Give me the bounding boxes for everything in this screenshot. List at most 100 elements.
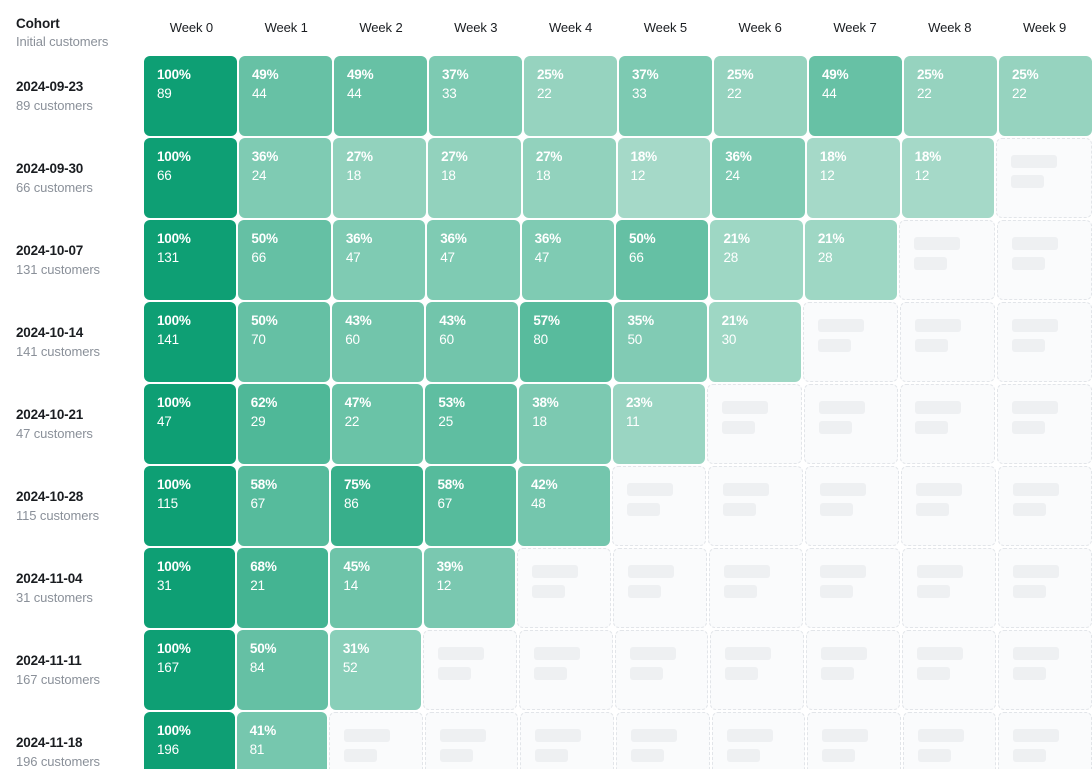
cell-retention-percent: 21% (721, 313, 749, 328)
heatmap-cell[interactable]: 18% 12 (806, 138, 900, 218)
week-column-header-5: Week 5 (643, 20, 687, 35)
heatmap-cell[interactable]: 36% 24 (238, 138, 332, 218)
week-column-header-2: Week 2 (359, 20, 403, 35)
heatmap-cell[interactable]: 53% 25 (425, 384, 518, 464)
heatmap-cell[interactable]: 58% 67 (424, 466, 516, 546)
heatmap-cell[interactable]: 39% 12 (423, 548, 515, 628)
heatmap-cell[interactable]: 25% 22 (714, 56, 807, 136)
heatmap-cell[interactable]: 50% 66 (616, 220, 709, 300)
heatmap-cell[interactable]: 100% 89 (144, 56, 237, 136)
heatmap-cell[interactable]: 42% 48 (518, 466, 610, 546)
heatmap-cell[interactable]: 68% 21 (237, 548, 329, 628)
heatmap-cell[interactable]: 100% 167 (144, 630, 235, 710)
heatmap-cell[interactable]: 100% 141 (144, 302, 237, 382)
heatmap-cell[interactable]: 43% 60 (332, 302, 425, 382)
heatmap-cell[interactable]: 58% 67 (237, 466, 329, 546)
skeleton-bar-primary (725, 647, 772, 660)
heatmap-cell[interactable]: 47% 22 (331, 384, 424, 464)
skeleton-bar-primary (819, 483, 866, 496)
cohort-initial-customers: 89 customers (16, 98, 93, 113)
week-column-header-8: Week 8 (928, 20, 972, 35)
cell-retention-percent: 50% (251, 313, 278, 328)
cell-retention-percent: 100% (157, 395, 191, 410)
cohort-row-label: 2024-11-04 31 customers (0, 548, 144, 628)
cell-retained-count: 24 (725, 167, 740, 183)
skeleton-bar-primary (1013, 647, 1060, 660)
heatmap-cell[interactable]: 37% 33 (619, 56, 712, 136)
cell-retention-percent: 31% (342, 641, 370, 656)
heatmap-cell[interactable]: 37% 33 (429, 56, 522, 136)
cell-retained-count: 81 (249, 741, 265, 757)
heatmap-cell[interactable]: 45% 14 (330, 548, 422, 628)
heatmap-cell[interactable]: 50% 70 (238, 302, 331, 382)
heatmap-cell[interactable]: 49% 44 (239, 56, 332, 136)
cohort-date: 2024-10-14 (16, 325, 84, 340)
skeleton-bar-primary (1011, 155, 1058, 168)
cohort-cell-group: 100% 167 50% 84 31% 52 (144, 630, 1092, 710)
heatmap-cell[interactable]: 50% 66 (238, 220, 331, 300)
cell-retention-percent: 25% (537, 67, 564, 82)
week-column-header-1: Week 1 (264, 20, 308, 35)
week-column-header-9: Week 9 (1022, 20, 1067, 35)
heatmap-cell[interactable]: 62% 29 (237, 384, 330, 464)
heatmap-cell[interactable]: 57% 80 (520, 302, 613, 382)
cohort-date: 2024-10-07 (16, 243, 84, 258)
heatmap-cell[interactable]: 100% 31 (144, 548, 236, 628)
heatmap-cell[interactable]: 100% 131 (144, 220, 237, 300)
cell-retained-count: 22 (1012, 85, 1027, 101)
cell-retained-count: 48 (531, 495, 546, 511)
heatmap-cell[interactable]: 27% 18 (522, 138, 616, 218)
heatmap-cell[interactable]: 21% 28 (804, 220, 898, 300)
heatmap-cell[interactable]: 25% 22 (999, 56, 1092, 136)
week-column-header-4: Week 4 (548, 20, 593, 35)
cell-retention-percent: 45% (343, 559, 370, 574)
cell-retained-count: 21 (250, 577, 265, 593)
heatmap-cell[interactable]: 36% 47 (427, 220, 520, 300)
cohort-initial-customers: 115 customers (16, 508, 99, 523)
skeleton-bar-secondary (817, 339, 851, 352)
heatmap-cell[interactable]: 36% 47 (521, 220, 615, 300)
cohort-cell-group: 100% 47 62% 29 47% 22 53% 25 38% 18 23% 11 (144, 384, 1092, 464)
heatmap-cell[interactable]: 18% 12 (617, 138, 711, 218)
heatmap-cell[interactable]: 43% 60 (426, 302, 519, 382)
heatmap-cell[interactable]: 25% 22 (904, 56, 997, 136)
heatmap-cell[interactable]: 38% 18 (519, 384, 611, 464)
cell-retained-count: 22 (344, 413, 360, 429)
heatmap-cell[interactable]: 75% 86 (331, 466, 423, 546)
skeleton-bar-secondary (1013, 667, 1047, 680)
table-row: 2024-09-23 89 customers 100% 89 49% 44 49% 44 37… (0, 56, 1092, 136)
skeleton-bar-secondary (725, 667, 759, 680)
heatmap-cell[interactable]: 100% 66 (144, 138, 237, 218)
heatmap-cell[interactable]: 100% 47 (144, 384, 236, 464)
heatmap-cell[interactable]: 25% 22 (524, 56, 617, 136)
heatmap-cell[interactable]: 35% 50 (614, 302, 707, 382)
cell-retention-percent: 39% (436, 559, 464, 574)
heatmap-cell[interactable]: 50% 84 (236, 630, 328, 710)
week-column-header-6: Week 6 (738, 20, 782, 35)
heatmap-cell[interactable]: 49% 44 (809, 56, 902, 136)
cell-retention-percent: 27% (441, 149, 468, 164)
heatmap-cell[interactable]: 27% 18 (428, 138, 521, 218)
heatmap-cell[interactable]: 21% 28 (710, 220, 803, 300)
heatmap-cell[interactable]: 27% 18 (333, 138, 427, 218)
heatmap-cell[interactable]: 18% 12 (901, 138, 995, 218)
cell-retention-percent: 100% (157, 67, 191, 82)
heatmap-cell[interactable]: 100% 115 (144, 466, 236, 546)
heatmap-cell[interactable]: 36% 47 (332, 220, 426, 300)
skeleton-bar-primary (916, 483, 962, 496)
heatmap-cell[interactable]: 21% 30 (708, 302, 801, 382)
heatmap-cell[interactable]: 31% 52 (329, 630, 421, 710)
heatmap-cell[interactable]: 36% 24 (712, 138, 805, 218)
heatmap-cell[interactable]: 100% 196 (144, 712, 235, 769)
skeleton-bar-secondary (1012, 421, 1046, 434)
skeleton-bar-primary (721, 401, 768, 414)
heatmap-cell[interactable]: 49% 44 (334, 56, 427, 136)
skeleton-bar-secondary (819, 503, 853, 516)
skeleton-bar-primary (1012, 401, 1059, 414)
heatmap-cell[interactable]: 41% 81 (236, 712, 328, 769)
heatmap-cell[interactable]: 23% 11 (612, 384, 705, 464)
heatmap-cell-empty (520, 712, 614, 769)
skeleton-bar-secondary (439, 749, 473, 762)
cell-retained-count: 50 (627, 331, 643, 347)
cell-retention-percent: 50% (249, 641, 277, 656)
